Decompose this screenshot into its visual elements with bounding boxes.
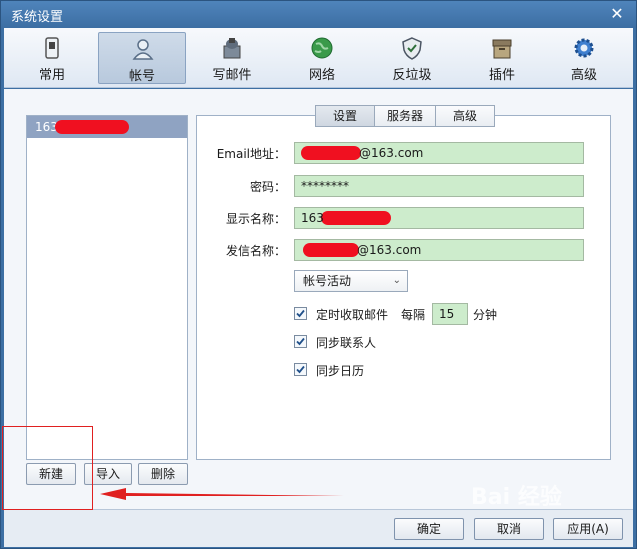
- redaction-mark: [55, 120, 129, 134]
- sender-name-label: 发信名称：: [225, 244, 286, 258]
- sender-name-value: @163.com: [357, 243, 422, 257]
- title-bar: 系统设置 ✕: [1, 1, 636, 28]
- window-title: 系统设置: [11, 10, 64, 25]
- tab-advanced[interactable]: 高级: [435, 105, 495, 127]
- checkmark-icon: [296, 337, 305, 346]
- cancel-button[interactable]: 取消: [474, 518, 544, 540]
- apply-button[interactable]: 应用(A): [553, 518, 623, 540]
- checkmark-icon: [296, 309, 305, 318]
- dialog-button-bar: 确定 取消 应用(A): [4, 509, 633, 547]
- tool-general[interactable]: 常用: [8, 32, 96, 84]
- auto-receive-row[interactable]: 定时收取邮件: [294, 305, 414, 323]
- redaction-mark: [321, 211, 391, 225]
- password-field[interactable]: ********: [294, 175, 584, 197]
- chevron-down-icon: ⌄: [392, 275, 401, 286]
- interval-prefix: 每隔: [401, 308, 426, 322]
- checkmark-icon: [296, 365, 305, 374]
- sender-name-field[interactable]: @163.com: [294, 239, 584, 261]
- tool-plugins[interactable]: 插件: [458, 32, 546, 84]
- plugin-box-icon: [492, 39, 512, 59]
- tool-account[interactable]: 帐号: [98, 32, 186, 84]
- email-field[interactable]: @163.com: [294, 142, 584, 164]
- account-status-select[interactable]: 帐号活动 ⌄: [294, 270, 408, 292]
- phone-icon: [45, 37, 59, 59]
- account-list[interactable]: 163: [26, 115, 188, 460]
- sync-contacts-label: 同步联系人: [316, 336, 377, 350]
- display-name-label: 显示名称：: [225, 212, 286, 226]
- settings-window: 系统设置 ✕ 常用 帐号 写邮件 网络 反垃圾 插件 高级 163 新建 导入 …: [0, 0, 637, 549]
- globe-icon: [311, 37, 333, 59]
- tool-label: 写邮件: [212, 68, 252, 83]
- interval-input[interactable]: 15: [432, 303, 468, 325]
- tool-label: 网络: [308, 68, 335, 83]
- mail-compose-icon: [223, 38, 241, 59]
- auto-receive-checkbox[interactable]: [294, 307, 307, 320]
- tool-antispam[interactable]: 反垃圾: [368, 32, 456, 84]
- close-icon: ✕: [610, 4, 624, 23]
- tool-label: 高级: [570, 68, 597, 83]
- password-label: 密码：: [249, 180, 286, 194]
- tool-compose[interactable]: 写邮件: [188, 32, 276, 84]
- tab-settings[interactable]: 设置: [315, 105, 375, 127]
- interval-unit: 分钟: [473, 308, 498, 322]
- tool-advanced[interactable]: 高级: [540, 32, 628, 84]
- settings-toolbar: 常用 帐号 写邮件 网络 反垃圾 插件 高级: [4, 28, 633, 88]
- display-name-value: 163: [301, 211, 324, 225]
- gear-icon: [574, 38, 594, 58]
- annotation-highlight-box: [2, 426, 93, 510]
- settings-content: 163 新建 导入 删除 设置 服务器 高级 Email地址： @163.com…: [4, 89, 633, 509]
- account-status-value: 帐号活动: [303, 274, 352, 288]
- ok-button[interactable]: 确定: [394, 518, 464, 540]
- close-button[interactable]: ✕: [608, 5, 626, 23]
- email-label: Email地址：: [216, 147, 286, 161]
- tab-server[interactable]: 服务器: [374, 105, 436, 127]
- sync-calendar-checkbox[interactable]: [294, 363, 307, 376]
- user-icon: [132, 39, 154, 60]
- display-name-field[interactable]: 163: [294, 207, 584, 229]
- password-value: ********: [301, 179, 349, 193]
- tool-label: 帐号: [128, 69, 155, 84]
- auto-receive-label: 定时收取邮件: [316, 308, 389, 322]
- tool-label: 反垃圾: [392, 68, 432, 83]
- watermark-logo: Bai 经验: [471, 485, 562, 510]
- email-value: @163.com: [359, 146, 424, 160]
- tool-network[interactable]: 网络: [278, 32, 366, 84]
- sync-contacts-checkbox[interactable]: [294, 335, 307, 348]
- tool-label: 插件: [488, 68, 515, 83]
- tool-label: 常用: [38, 68, 65, 83]
- sync-calendar-label: 同步日历: [316, 364, 365, 378]
- sync-calendar-row[interactable]: 同步日历: [294, 361, 394, 379]
- shield-icon: [402, 37, 422, 60]
- account-item[interactable]: 163: [27, 116, 187, 138]
- annotation-arrow-icon: [100, 488, 344, 500]
- sync-contacts-row[interactable]: 同步联系人: [294, 333, 404, 351]
